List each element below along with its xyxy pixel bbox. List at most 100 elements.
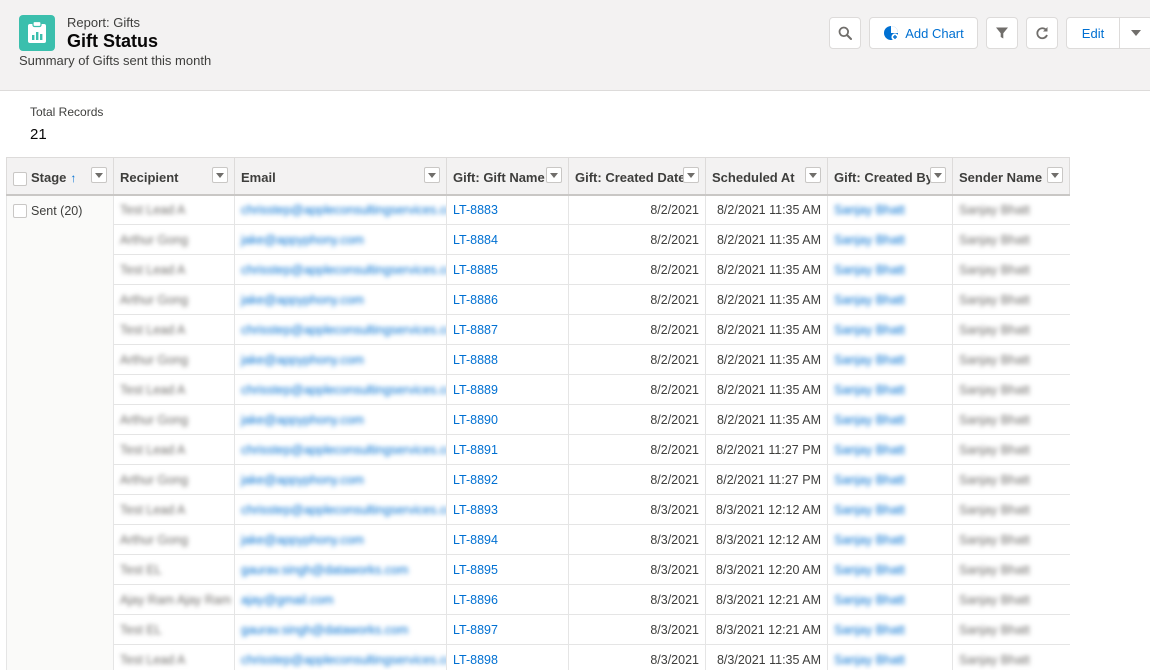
sender-name-cell: Sanjay Bhatt bbox=[952, 644, 1070, 670]
email-link[interactable]: chrisstep@appleconsultingservices.com bbox=[241, 443, 447, 457]
report-header: Report: Gifts Gift Status Summary of Gif… bbox=[0, 0, 1150, 91]
email-link[interactable]: jake@appyphony.com bbox=[241, 533, 364, 547]
created-date-cell: 8/2/2021 bbox=[568, 374, 706, 405]
column-header-sender-name[interactable]: Sender Name bbox=[952, 157, 1070, 196]
column-header-scheduled-at[interactable]: Scheduled At bbox=[705, 157, 828, 196]
edit-button[interactable]: Edit bbox=[1066, 17, 1120, 49]
column-menu-button[interactable] bbox=[546, 167, 562, 183]
column-menu-button[interactable] bbox=[683, 167, 699, 183]
column-header-created-date[interactable]: Gift: Created Date bbox=[568, 157, 706, 196]
email-link[interactable]: jake@appyphony.com bbox=[241, 353, 364, 367]
column-menu-button[interactable] bbox=[91, 167, 107, 183]
created-by-link[interactable]: Sanjay Bhatt bbox=[834, 413, 905, 427]
chevron-down-icon bbox=[809, 172, 817, 178]
created-by-link[interactable]: Sanjay Bhatt bbox=[834, 473, 905, 487]
email-link[interactable]: chrisstep@appleconsultingservices.com bbox=[241, 503, 447, 517]
created-by-link[interactable]: Sanjay Bhatt bbox=[834, 353, 905, 367]
created-by-link[interactable]: Sanjay Bhatt bbox=[834, 533, 905, 547]
recipient-name: Test Lead A bbox=[120, 442, 186, 457]
created-by-link[interactable]: Sanjay Bhatt bbox=[834, 323, 905, 337]
email-link[interactable]: chrisstep@appleconsultingservices.com bbox=[241, 263, 447, 277]
created-by-link[interactable]: Sanjay Bhatt bbox=[834, 383, 905, 397]
created-by-link[interactable]: Sanjay Bhatt bbox=[834, 563, 905, 577]
sender-name: Sanjay Bhatt bbox=[959, 472, 1030, 487]
created-by-link[interactable]: Sanjay Bhatt bbox=[834, 263, 905, 277]
email-cell: jake@appyphony.com bbox=[234, 464, 447, 495]
email-link[interactable]: jake@appyphony.com bbox=[241, 473, 364, 487]
email-link[interactable]: ajay@gmail.com bbox=[241, 593, 334, 607]
gift-name-link[interactable]: LT-8895 bbox=[453, 563, 498, 577]
created-by-link[interactable]: Sanjay Bhatt bbox=[834, 203, 905, 217]
chevron-down-icon bbox=[550, 172, 558, 178]
column-header-email[interactable]: Email bbox=[234, 157, 447, 196]
created-by-link[interactable]: Sanjay Bhatt bbox=[834, 503, 905, 517]
created-date-cell: 8/3/2021 bbox=[568, 584, 706, 615]
email-link[interactable]: jake@appyphony.com bbox=[241, 233, 364, 247]
gift-name-link[interactable]: LT-8884 bbox=[453, 233, 498, 247]
gift-name-link[interactable]: LT-8887 bbox=[453, 323, 498, 337]
created-by-link[interactable]: Sanjay Bhatt bbox=[834, 293, 905, 307]
add-chart-button[interactable]: Add Chart bbox=[869, 17, 978, 49]
email-link[interactable]: chrisstep@appleconsultingservices.com bbox=[241, 653, 447, 667]
gift-name-cell: LT-8888 bbox=[446, 344, 569, 375]
gift-name-link[interactable]: LT-8890 bbox=[453, 413, 498, 427]
gift-name-link[interactable]: LT-8883 bbox=[453, 203, 498, 217]
email-link[interactable]: gaurav.singh@dataworks.com bbox=[241, 623, 408, 637]
created-by-link[interactable]: Sanjay Bhatt bbox=[834, 653, 905, 667]
email-link[interactable]: chrisstep@appleconsultingservices.com bbox=[241, 383, 447, 397]
column-menu-button[interactable] bbox=[212, 167, 228, 183]
gift-name-link[interactable]: LT-8893 bbox=[453, 503, 498, 517]
recipient-name: Arthur Gong bbox=[120, 292, 189, 307]
gift-name-link[interactable]: LT-8896 bbox=[453, 593, 498, 607]
created-by-link[interactable]: Sanjay Bhatt bbox=[834, 623, 905, 637]
sender-name-cell: Sanjay Bhatt bbox=[952, 344, 1070, 375]
column-header-recipient[interactable]: Recipient bbox=[113, 157, 235, 196]
recipient-cell: Arthur Gong bbox=[113, 464, 235, 495]
gift-name-link[interactable]: LT-8891 bbox=[453, 443, 498, 457]
sort-ascending-icon[interactable]: ↑ bbox=[70, 171, 76, 185]
created-by-link[interactable]: Sanjay Bhatt bbox=[834, 443, 905, 457]
email-link[interactable]: jake@appyphony.com bbox=[241, 413, 364, 427]
select-all-checkbox[interactable] bbox=[13, 171, 27, 186]
gift-name-link[interactable]: LT-8888 bbox=[453, 353, 498, 367]
column-menu-button[interactable] bbox=[805, 167, 821, 183]
gift-name-link[interactable]: LT-8892 bbox=[453, 473, 498, 487]
gift-name-link[interactable]: LT-8898 bbox=[453, 653, 498, 667]
gift-name-link[interactable]: LT-8886 bbox=[453, 293, 498, 307]
edit-menu-button[interactable] bbox=[1119, 17, 1150, 49]
gift-name-link[interactable]: LT-8897 bbox=[453, 623, 498, 637]
filter-button[interactable] bbox=[986, 17, 1018, 49]
search-button[interactable] bbox=[829, 17, 861, 49]
sender-name-cell: Sanjay Bhatt bbox=[952, 524, 1070, 555]
chevron-down-icon bbox=[216, 172, 224, 178]
recipient-cell: Arthur Gong bbox=[113, 404, 235, 435]
created-by-link[interactable]: Sanjay Bhatt bbox=[834, 593, 905, 607]
column-menu-button[interactable] bbox=[1047, 167, 1063, 183]
email-cell: jake@appyphony.com bbox=[234, 404, 447, 435]
column-label: Gift: Created Date bbox=[575, 170, 686, 186]
gift-name-link[interactable]: LT-8894 bbox=[453, 533, 498, 547]
column-menu-button[interactable] bbox=[424, 167, 440, 183]
email-link[interactable]: chrisstep@appleconsultingservices.com bbox=[241, 203, 447, 217]
column-menu-button[interactable] bbox=[930, 167, 946, 183]
gift-name-cell: LT-8892 bbox=[446, 464, 569, 495]
refresh-button[interactable] bbox=[1026, 17, 1058, 49]
column-header-stage[interactable]: Stage ↑ bbox=[6, 157, 114, 196]
recipient-name: Arthur Gong bbox=[120, 352, 189, 367]
sender-name: Sanjay Bhatt bbox=[959, 202, 1030, 217]
gift-name-link[interactable]: LT-8889 bbox=[453, 383, 498, 397]
email-cell: chrisstep@appleconsultingservices.com bbox=[234, 644, 447, 670]
column-label: Gift: Gift Name bbox=[453, 170, 545, 186]
gift-name-link[interactable]: LT-8885 bbox=[453, 263, 498, 277]
gift-name-cell: LT-8895 bbox=[446, 554, 569, 585]
group-checkbox[interactable] bbox=[13, 204, 27, 219]
column-header-created-by[interactable]: Gift: Created By bbox=[827, 157, 953, 196]
created-by-link[interactable]: Sanjay Bhatt bbox=[834, 233, 905, 247]
email-link[interactable]: jake@appyphony.com bbox=[241, 293, 364, 307]
column-header-gift-name[interactable]: Gift: Gift Name bbox=[446, 157, 569, 196]
email-link[interactable]: chrisstep@appleconsultingservices.com bbox=[241, 323, 447, 337]
email-cell: chrisstep@appleconsultingservices.com bbox=[234, 434, 447, 465]
sender-name-cell: Sanjay Bhatt bbox=[952, 194, 1070, 225]
email-link[interactable]: gaurav.singh@dataworks.com bbox=[241, 563, 408, 577]
sender-name: Sanjay Bhatt bbox=[959, 652, 1030, 667]
